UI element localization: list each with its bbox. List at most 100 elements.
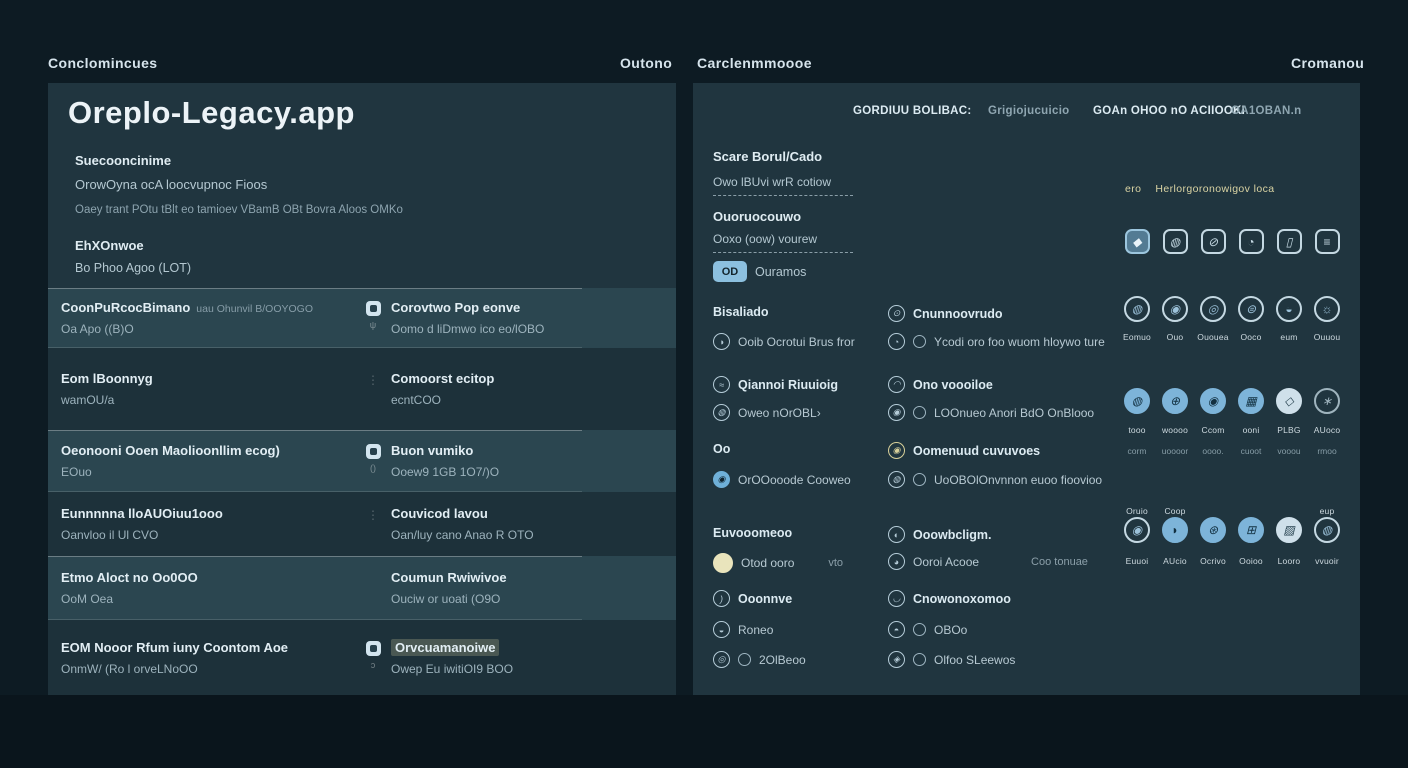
icon-prelabel-row: Oruio Coop eup bbox=[1118, 506, 1346, 516]
app-icon[interactable]: ▯ bbox=[1277, 229, 1302, 254]
topbar-item-conferences[interactable]: Carclenmmoooe bbox=[697, 55, 812, 71]
app-icon[interactable]: ◍ bbox=[1163, 229, 1188, 254]
menu-item-1[interactable]: GORDIUU BOLIBAC: bbox=[853, 105, 972, 117]
grid-caption: ero Herlorgoronowigov loca bbox=[1125, 183, 1275, 195]
right-panel: GORDIUU BOLIBAC: Grigiojucuicio GOAn OHO… bbox=[693, 83, 1360, 695]
icon-label-row: tooo woooo Ccom ooni PLBG AUoco bbox=[1118, 425, 1346, 435]
option-item[interactable]: ◎2OlBeoo bbox=[713, 651, 806, 668]
score-sub: Owo lBUvi wrR cotiow bbox=[713, 175, 831, 189]
radio-ring-icon[interactable] bbox=[913, 653, 926, 666]
menu-item-2[interactable]: Grigiojucuicio bbox=[988, 105, 1070, 117]
settings-row[interactable]: Oeonooni Ooen Maolioonllim ecog) EOuo ()… bbox=[48, 430, 676, 492]
row-title: Coumun Rwiwivoe bbox=[391, 570, 507, 585]
left-panel: Oreplo-Legacy.app Suecooncinime OrowOyna… bbox=[48, 83, 676, 695]
row-title: Etmo Aloct no Oo0OO bbox=[61, 570, 357, 585]
row-title: CoonPuRcocBimano bbox=[61, 300, 190, 315]
circle-icon[interactable]: ◉ bbox=[1200, 388, 1226, 414]
row-glyph-icon: () bbox=[370, 464, 376, 473]
section-sub: Bo Phoo Agoo (LOT) bbox=[75, 261, 191, 275]
row-title: Corovtwo Pop eonve bbox=[391, 300, 544, 315]
row-title: Eom lBoonnyg bbox=[61, 371, 357, 386]
radio-ring-icon[interactable] bbox=[738, 653, 751, 666]
menu-item-3[interactable]: GOAn OHOO nO ACIIOOKI bbox=[1093, 105, 1245, 117]
dots-icon: ⋮ bbox=[365, 506, 381, 542]
app-icon[interactable]: ◆ bbox=[1125, 229, 1150, 254]
app-badge-icon bbox=[366, 301, 381, 316]
bullseye-icon: ◎ bbox=[713, 651, 730, 668]
radio-ring-icon[interactable] bbox=[913, 406, 926, 419]
circle-icon[interactable]: ◉ bbox=[1162, 296, 1188, 322]
dots-icon: ⋮ bbox=[365, 371, 381, 407]
intro-heading: Suecooncinime bbox=[75, 153, 171, 168]
settings-row[interactable]: CoonPuRcocBimano uau Ohunvil B/OOYOGO Oa … bbox=[48, 288, 676, 348]
circle-icon[interactable]: ⊞ bbox=[1238, 517, 1264, 543]
settings-row[interactable]: Etmo Aloct no Oo0OO OoM Oea Coumun Rwiwi… bbox=[48, 556, 676, 620]
option-item[interactable]: ◍Oweo nOrOBL› bbox=[713, 404, 821, 421]
option-group-header: ◡Cnowonoxomoo bbox=[888, 590, 1011, 607]
paren-icon: ) bbox=[713, 590, 730, 607]
alert-circle-icon: ◉ bbox=[888, 442, 905, 459]
circle-icon[interactable]: ▦ bbox=[1238, 388, 1264, 414]
radio-ring-icon[interactable] bbox=[913, 473, 926, 486]
app-icon[interactable]: ⊘ bbox=[1201, 229, 1226, 254]
intro-line2: Oaey trant POtu tBlt eo tamioev VBamB OB… bbox=[75, 204, 403, 216]
circle-icon[interactable]: ⊜ bbox=[1238, 296, 1264, 322]
option-item[interactable]: ◒Roneo bbox=[713, 621, 773, 638]
row-sub: wamOU/a bbox=[61, 393, 357, 407]
intro-line1: OrowOyna ocA loocvupnoc Fioos bbox=[75, 177, 267, 192]
option-item[interactable]: ◈Olfoo SLeewos bbox=[888, 651, 1015, 668]
arc-icon: ◠ bbox=[888, 376, 905, 393]
app-icon[interactable]: ◔ bbox=[1239, 229, 1264, 254]
circle-icon[interactable]: ◍ bbox=[1124, 296, 1150, 322]
circle-icon[interactable]: ▨ bbox=[1276, 517, 1302, 543]
radio-ring-icon[interactable] bbox=[913, 623, 926, 636]
menu-item-4[interactable]: OA1OBAN.n bbox=[1231, 105, 1301, 117]
circle-icon[interactable]: ∗ bbox=[1314, 388, 1340, 414]
score-heading: Scare Borul/Cado bbox=[713, 149, 822, 164]
circle-icon[interactable]: ⊕ bbox=[1162, 388, 1188, 414]
contrast-icon: ◐ bbox=[888, 526, 905, 543]
app-icon[interactable]: ≡ bbox=[1315, 229, 1340, 254]
circle-icon[interactable]: ◍ bbox=[1124, 388, 1150, 414]
row-title-highlighted: Orvcuamanoiwe bbox=[391, 639, 499, 656]
od-badge-button[interactable]: OD bbox=[713, 261, 747, 282]
row-title: Eunnnnna lloAUOiuu1ooo bbox=[61, 506, 357, 521]
option-item[interactable]: ◍UoOBOlOnvnnon euoo fioovioo bbox=[888, 471, 1102, 488]
settings-row[interactable]: Eunnnnna lloAUOiuu1ooo Oanvloo il Ul CVO… bbox=[48, 492, 676, 556]
option-item[interactable]: ◑Ooib Ocrotui Brus fror bbox=[713, 333, 855, 350]
option-item[interactable]: ◓OBOo bbox=[888, 621, 967, 638]
record-icon: ◉ bbox=[713, 471, 730, 488]
circle-icon-row: ◍ ⊕ ◉ ▦ ◇ ∗ bbox=[1118, 388, 1346, 414]
circle-icon[interactable]: ◎ bbox=[1200, 296, 1226, 322]
circle-icon[interactable]: ◍ bbox=[1314, 517, 1340, 543]
row-title: Oeonooni Ooen Maolioonllim ecog) bbox=[61, 443, 357, 458]
settings-row[interactable]: EOM Nooor Rfum iuny Coontom Aoe OnmW/ (R… bbox=[48, 620, 676, 695]
option-item[interactable]: ◔Ycodi oro foo wuom hloywo ture bbox=[888, 333, 1105, 350]
option-item[interactable]: ◉LOOnueo Anori BdO OnBlooo bbox=[888, 404, 1094, 421]
circle-icon[interactable]: ◉ bbox=[1124, 517, 1150, 543]
topbar-item-right[interactable]: Cromanou bbox=[1291, 55, 1364, 71]
settings-row[interactable]: Eom lBoonnyg wamOU/a ⋮ Comoorst ecitop e… bbox=[48, 348, 676, 430]
dial-icon: ◍ bbox=[713, 404, 730, 421]
circle-icon[interactable]: ◒ bbox=[1276, 296, 1302, 322]
option-group-header: ◠Ono voooiloe bbox=[888, 376, 993, 393]
circle-icon[interactable]: ☼ bbox=[1314, 296, 1340, 322]
row-sub: Oan/luy cano Anao R OTO bbox=[391, 528, 534, 542]
circle-icon[interactable]: ◇ bbox=[1276, 388, 1302, 414]
option-item[interactable]: Otod oorovto bbox=[713, 553, 843, 573]
topbar-item-options[interactable]: Outono bbox=[620, 55, 672, 71]
wave-icon: ≈ bbox=[713, 376, 730, 393]
row-title-note: uau Ohunvil B/OOYOGO bbox=[196, 303, 313, 315]
row-sub: Oa Apo ((B)O bbox=[61, 322, 357, 336]
circle-icon[interactable]: ⊛ bbox=[1200, 517, 1226, 543]
section-heading: EhXOnwoe bbox=[75, 238, 144, 253]
row-title: EOM Nooor Rfum iuny Coontom Aoe bbox=[61, 640, 357, 655]
topbar-item-left[interactable]: Conclomincues bbox=[48, 55, 157, 71]
option-item[interactable]: ◉OrOOooode Cooweo bbox=[713, 471, 851, 488]
circle-icon[interactable]: ◗ bbox=[1162, 517, 1188, 543]
icon-label-row: Eomuo Ouo Ououea Ooco eum Ouuou bbox=[1118, 332, 1346, 342]
circle-icon-row: ◍ ◉ ◎ ⊜ ◒ ☼ bbox=[1118, 296, 1346, 322]
radio-ring-icon[interactable] bbox=[913, 335, 926, 348]
option-item[interactable]: ◕Ooroi AcooeCoo tonuae bbox=[888, 553, 1088, 570]
row-sub: Ooew9 1GB 1O7/)O bbox=[391, 465, 499, 479]
